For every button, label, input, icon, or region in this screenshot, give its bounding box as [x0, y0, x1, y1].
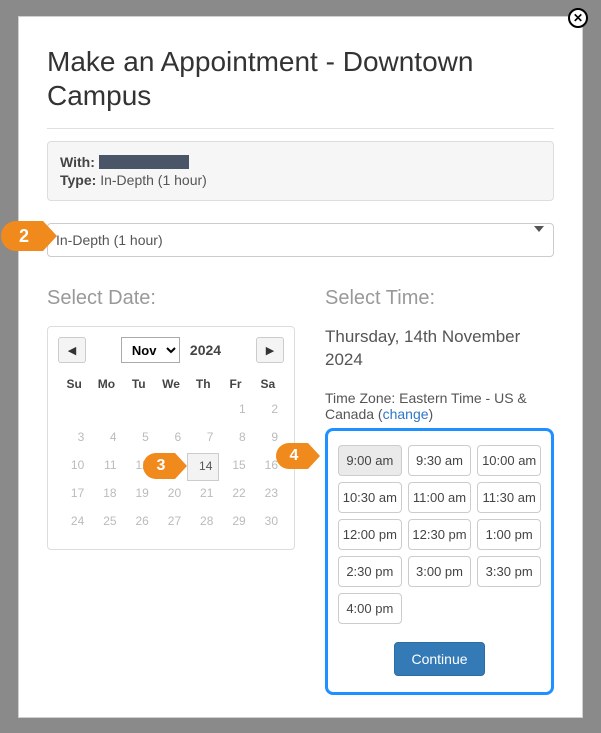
calendar-day: 18	[90, 481, 122, 509]
calendar-day	[123, 397, 155, 425]
weekday-header: Mo	[90, 371, 122, 397]
select-time-heading: Select Time:	[325, 287, 554, 310]
appointment-modal: ✕ Make an Appointment - Downtown Campus …	[18, 16, 583, 718]
calendar-day: 26	[123, 509, 155, 537]
time-slot[interactable]: 1:00 pm	[477, 519, 541, 550]
calendar: ◀ Nov 2024 ▶ SuMoTuWeThFrSa 123456789101…	[47, 326, 295, 550]
calendar-day: 20	[155, 481, 187, 509]
step-marker-4: 4	[276, 443, 308, 469]
prev-month-button[interactable]: ◀	[58, 337, 86, 363]
calendar-day: 30	[252, 509, 284, 537]
time-slot[interactable]: 10:00 am	[477, 445, 541, 476]
calendar-day: 1	[219, 397, 251, 425]
calendar-day: 7	[187, 425, 219, 453]
calendar-day: 11	[90, 453, 122, 481]
calendar-day: 25	[90, 509, 122, 537]
calendar-day: 2	[252, 397, 284, 425]
calendar-day: 3	[58, 425, 90, 453]
with-value-redacted	[99, 155, 189, 169]
calendar-day: 24	[58, 509, 90, 537]
weekday-header: Fr	[219, 371, 251, 397]
continue-button[interactable]: Continue	[394, 642, 484, 676]
time-slot[interactable]: 3:30 pm	[477, 556, 541, 587]
calendar-day	[90, 397, 122, 425]
type-value: In-Depth (1 hour)	[100, 172, 207, 188]
select-date-heading: Select Date:	[47, 287, 295, 310]
time-slot[interactable]: 9:30 am	[408, 445, 472, 476]
calendar-day: 5	[123, 425, 155, 453]
time-slot-panel: 9:00 am9:30 am10:00 am 10:30 am11:00 am11…	[325, 428, 554, 695]
type-label: Type:	[60, 172, 96, 188]
calendar-day: 27	[155, 509, 187, 537]
selected-date-label: Thursday, 14th November 2024	[325, 326, 554, 372]
time-slot[interactable]: 4:00 pm	[338, 593, 402, 624]
weekday-header: Tu	[123, 371, 155, 397]
calendar-day: 22	[219, 481, 251, 509]
step-marker-3: 3	[143, 453, 175, 479]
change-timezone-link[interactable]: change	[383, 406, 429, 422]
calendar-day: 6	[155, 425, 187, 453]
time-slot[interactable]: 9:00 am	[338, 445, 402, 476]
calendar-year: 2024	[190, 342, 221, 358]
calendar-day: 8	[219, 425, 251, 453]
calendar-day: 19	[123, 481, 155, 509]
weekday-header: Sa	[252, 371, 284, 397]
time-slot[interactable]: 12:30 pm	[408, 519, 472, 550]
calendar-day: 21	[187, 481, 219, 509]
time-slot[interactable]: 12:00 pm	[338, 519, 402, 550]
calendar-day	[187, 397, 219, 425]
appointment-info: With: Type: In-Depth (1 hour)	[47, 141, 554, 201]
with-label: With:	[60, 154, 95, 170]
calendar-day: 4	[90, 425, 122, 453]
calendar-day	[58, 397, 90, 425]
info-type: Type: In-Depth (1 hour)	[60, 172, 541, 188]
calendar-day[interactable]: 14	[187, 453, 219, 481]
timezone-label: Time Zone: Eastern Time - US & Canada (c…	[325, 390, 554, 422]
calendar-day: 17	[58, 481, 90, 509]
calendar-day: 28	[187, 509, 219, 537]
time-slot[interactable]: 10:30 am	[338, 482, 402, 513]
appointment-type-select[interactable]: In-Depth (1 hour)	[47, 223, 554, 257]
weekday-header: Su	[58, 371, 90, 397]
calendar-day: 10	[58, 453, 90, 481]
month-select[interactable]: Nov	[121, 337, 180, 363]
weekday-header: Th	[187, 371, 219, 397]
calendar-day: 29	[219, 509, 251, 537]
info-with: With:	[60, 154, 541, 170]
background-page	[6, 0, 18, 733]
time-slot[interactable]: 2:30 pm	[338, 556, 402, 587]
time-slot[interactable]: 11:00 am	[408, 482, 472, 513]
weekday-header: We	[155, 371, 187, 397]
next-month-button[interactable]: ▶	[256, 337, 284, 363]
calendar-day: 23	[252, 481, 284, 509]
divider	[47, 128, 554, 129]
dialog-title: Make an Appointment - Downtown Campus	[47, 45, 554, 112]
time-slot[interactable]: 3:00 pm	[408, 556, 472, 587]
tz-close: )	[429, 406, 434, 422]
time-slot[interactable]: 11:30 am	[477, 482, 541, 513]
calendar-day: 15	[219, 453, 251, 481]
close-icon[interactable]: ✕	[568, 8, 588, 28]
calendar-day	[155, 397, 187, 425]
step-marker-2: 2	[1, 221, 43, 251]
